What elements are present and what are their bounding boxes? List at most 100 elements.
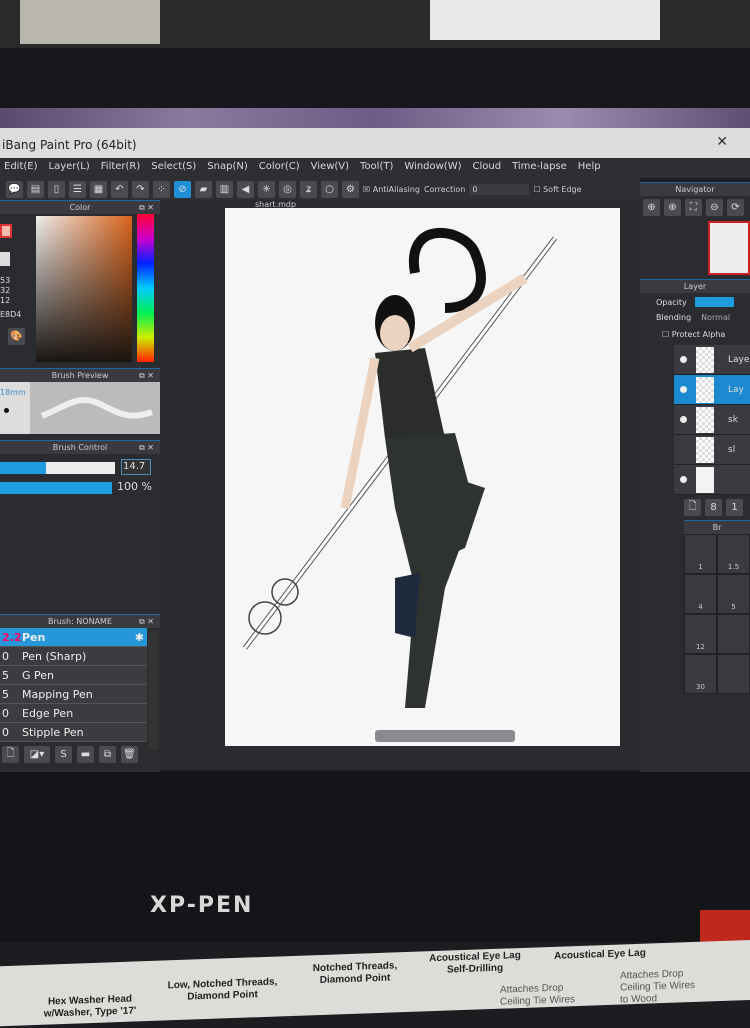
soft-edge-label: Soft Edge: [543, 184, 582, 194]
brush-item-g-pen[interactable]: 5 G Pen: [0, 666, 147, 685]
fit-window-icon[interactable]: ⛶: [685, 199, 702, 216]
brush-item-edge-pen[interactable]: 0 Edge Pen: [0, 704, 147, 723]
hue-slider[interactable]: [137, 214, 154, 362]
blending-label: Blending: [656, 313, 692, 322]
vanishing-snap-icon[interactable]: ◀: [237, 180, 254, 198]
curve-snap-icon[interactable]: ʑ: [300, 180, 317, 198]
brush-item-pen-sharp[interactable]: 0 Pen (Sharp): [0, 647, 147, 666]
secondary-color-swatch[interactable]: [0, 252, 10, 266]
brush-size-cell[interactable]: [717, 614, 750, 654]
layer-opacity-slider[interactable]: [694, 297, 734, 307]
menu-color[interactable]: Color(C): [259, 161, 300, 175]
close-icon[interactable]: ⧉ ✕: [139, 369, 154, 383]
layer-item[interactable]: Laye: [674, 345, 750, 375]
blending-select[interactable]: Normal: [701, 313, 730, 322]
brush-item-pen[interactable]: 2.2 Pen ✱: [0, 628, 147, 647]
brush-menu-icon[interactable]: ◪▾: [24, 746, 50, 763]
layer-8bit-icon[interactable]: 8: [705, 499, 722, 516]
brush-item-stipple-pen[interactable]: 0 Stipple Pen: [0, 723, 147, 742]
grid-icon[interactable]: ▦: [90, 180, 107, 198]
new-layer-icon[interactable]: 🗋: [684, 499, 701, 516]
eye-icon[interactable]: [680, 416, 687, 423]
gear-icon[interactable]: ✱: [135, 631, 147, 644]
brush-width-input[interactable]: 14.7: [121, 459, 151, 475]
title-bar: iBang Paint Pro (64bit) ✕: [0, 128, 750, 160]
folder-icon[interactable]: ▬: [77, 746, 94, 763]
message-icon[interactable]: ▤: [27, 180, 44, 198]
correction-select[interactable]: 0: [469, 183, 530, 195]
gear-icon[interactable]: ⚙: [342, 180, 359, 198]
layer-item-selected[interactable]: Lay: [674, 375, 750, 405]
menu-filter[interactable]: Filter(R): [101, 161, 141, 175]
brush-width-slider[interactable]: [0, 462, 115, 474]
menu-layer[interactable]: Layer(L): [49, 161, 90, 175]
navigator-header: Navigator: [640, 182, 750, 196]
document-icon[interactable]: ▯: [48, 180, 65, 198]
brush-size-cell[interactable]: 30: [684, 654, 717, 694]
ellipse-snap-icon[interactable]: ○: [321, 180, 338, 198]
brush-size-cell[interactable]: 4: [684, 574, 717, 614]
close-icon[interactable]: ⧉ ✕: [139, 615, 154, 629]
palette-icon[interactable]: 🎨: [8, 328, 25, 345]
menu-edit[interactable]: Edit(E): [4, 161, 38, 175]
navigator-preview[interactable]: [640, 219, 750, 279]
brush-size-cell[interactable]: 1.5: [717, 534, 750, 574]
layer-list: Laye Lay sk sl: [674, 345, 750, 495]
antialiasing-checkbox[interactable]: ☒ AntiAliasing: [363, 185, 420, 194]
snap-off-icon[interactable]: ⊘: [174, 180, 191, 198]
save-brush-icon[interactable]: S: [55, 746, 72, 763]
zoom-fit-icon[interactable]: ⊕: [643, 199, 660, 216]
comment-icon[interactable]: 💬: [6, 180, 23, 198]
horizontal-scrollbar[interactable]: [375, 730, 515, 742]
rotate-icon[interactable]: ⟳: [727, 199, 744, 216]
menu-tool[interactable]: Tool(T): [360, 161, 393, 175]
undo-icon[interactable]: ↶: [111, 180, 128, 198]
new-brush-icon[interactable]: 🗋: [2, 746, 19, 763]
close-icon[interactable]: ⧉ ✕: [139, 201, 154, 215]
zoom-in-icon[interactable]: ⊕: [664, 199, 681, 216]
list-icon[interactable]: ☰: [69, 180, 86, 198]
brush-item-mapping-pen[interactable]: 5 Mapping Pen: [0, 685, 147, 704]
eye-icon[interactable]: [680, 476, 687, 483]
soft-edge-checkbox[interactable]: ☐ Soft Edge: [533, 185, 581, 194]
crisscross-snap-icon[interactable]: ▥: [216, 180, 233, 198]
drawing-canvas[interactable]: [225, 208, 620, 746]
sticker-label: Low, Notched Threads, Diamond Point: [167, 976, 278, 1003]
brush-size-cell[interactable]: 12: [684, 614, 717, 654]
antialiasing-label: AntiAliasing: [372, 184, 420, 194]
menu-view[interactable]: View(V): [311, 161, 349, 175]
brush-size: 2.2: [2, 630, 22, 644]
primary-color-swatch[interactable]: [0, 224, 12, 238]
menu-window[interactable]: Window(W): [404, 161, 461, 175]
zoom-out-icon[interactable]: ⊖: [706, 199, 723, 216]
redo-icon[interactable]: ↷: [132, 180, 149, 198]
menu-cloud[interactable]: Cloud: [473, 161, 502, 175]
protect-alpha-checkbox[interactable]: ☐ Protect Alpha: [640, 324, 750, 345]
menu-timelapse[interactable]: Time-lapse: [512, 161, 567, 175]
layer-item[interactable]: [674, 465, 750, 495]
menu-select[interactable]: Select(S): [151, 161, 196, 175]
brush-size-cell[interactable]: [717, 654, 750, 694]
circle-snap-icon[interactable]: ◎: [279, 180, 296, 198]
navigator-toolbar: ⊕ ⊕ ⛶ ⊖ ⟳: [640, 196, 750, 219]
brush-opacity-slider[interactable]: [0, 482, 112, 494]
menu-snap[interactable]: Snap(N): [207, 161, 247, 175]
menu-help[interactable]: Help: [578, 161, 601, 175]
parallel-snap-icon[interactable]: ▰: [195, 180, 212, 198]
duplicate-icon[interactable]: ⧉: [99, 746, 116, 763]
close-icon[interactable]: ⧉ ✕: [139, 441, 154, 455]
layer-item[interactable]: sk: [674, 405, 750, 435]
trash-icon[interactable]: 🗑: [121, 746, 138, 763]
layer-name: Lay: [728, 384, 744, 395]
brush-list-scrollbar[interactable]: [148, 630, 158, 750]
layer-item[interactable]: sl: [674, 435, 750, 465]
eye-icon[interactable]: [680, 386, 687, 393]
eye-icon[interactable]: [680, 356, 687, 363]
brush-size-cell[interactable]: 1: [684, 534, 717, 574]
close-icon[interactable]: ✕: [716, 134, 728, 150]
layer-1bit-icon[interactable]: 1: [726, 499, 743, 516]
brush-size-cell[interactable]: 5: [717, 574, 750, 614]
loading-icon[interactable]: ⁘: [153, 180, 170, 198]
color-saturation-picker[interactable]: [36, 216, 132, 362]
radial-snap-icon[interactable]: ✳: [258, 180, 275, 198]
